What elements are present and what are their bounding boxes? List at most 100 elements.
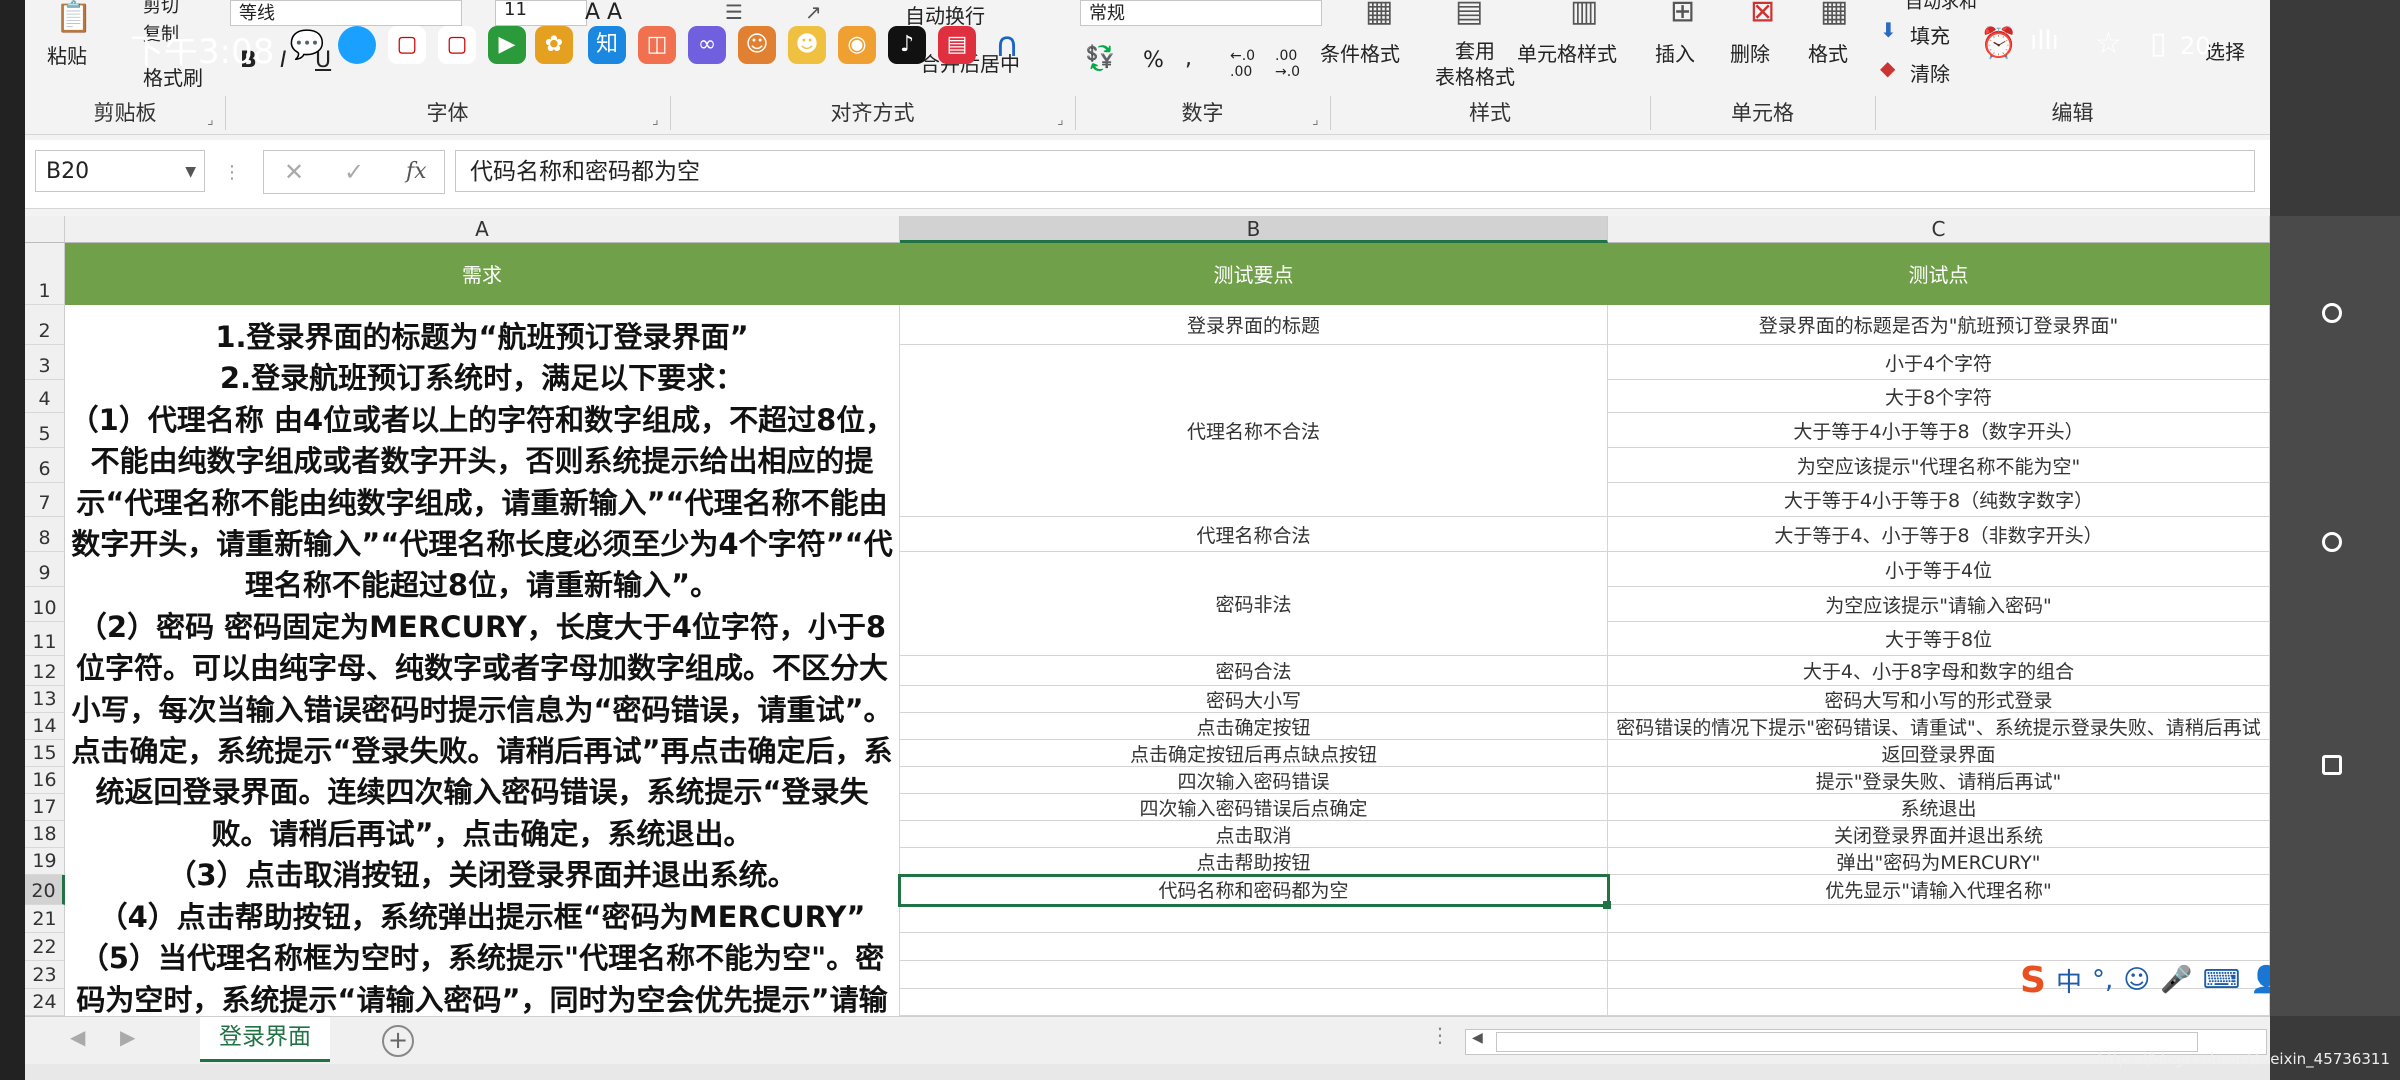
- dialog-launcher-icon[interactable]: ⌟: [207, 112, 214, 128]
- row-header[interactable]: 16: [25, 767, 65, 794]
- row-header[interactable]: 20: [25, 875, 65, 905]
- row-header[interactable]: 10: [25, 587, 65, 622]
- row-header[interactable]: 19: [25, 848, 65, 875]
- ime-mode-label[interactable]: 中: [2056, 962, 2082, 999]
- test-point-cell[interactable]: 大于8个字符: [1608, 380, 2270, 413]
- formula-input[interactable]: 代码名称和密码都为空: [455, 150, 2255, 192]
- test-focus-cell[interactable]: 密码合法: [900, 656, 1608, 686]
- test-focus-cell[interactable]: 代理名称合法: [900, 517, 1608, 552]
- next-sheet-icon[interactable]: ▶: [120, 1025, 135, 1049]
- requirement-cell[interactable]: 1.登录界面的标题为“航班预订登录界面” 2.登录航班预订系统时，满足以下要求：…: [65, 305, 900, 1016]
- test-point-cell[interactable]: 返回登录界面: [1608, 740, 2270, 767]
- test-focus-cell[interactable]: 点击确定按钮后再点缺点按钮: [900, 740, 1608, 767]
- row-header[interactable]: 8: [25, 517, 65, 552]
- test-point-cell[interactable]: 大于等于8位: [1608, 622, 2270, 656]
- test-focus-cell[interactable]: 密码大小写: [900, 686, 1608, 713]
- empty-cell[interactable]: [900, 961, 1608, 989]
- test-point-cell[interactable]: 为空应该提示"请输入密码": [1608, 587, 2270, 622]
- sheet-tab-login[interactable]: 登录界面: [200, 1017, 330, 1062]
- test-point-cell[interactable]: 提示"登录失败、请稍后再试": [1608, 767, 2270, 794]
- scrollbar-thumb[interactable]: [1496, 1032, 2198, 1052]
- more-icon[interactable]: ⋮: [223, 162, 241, 183]
- empty-cell[interactable]: [900, 989, 1608, 1016]
- test-point-cell[interactable]: 密码大写和小写的形式登录: [1608, 686, 2270, 713]
- punctuation-icon[interactable]: °,: [2092, 965, 2113, 995]
- test-point-cell[interactable]: 系统退出: [1608, 794, 2270, 821]
- test-point-cell[interactable]: 大于4、小于8字母和数字的组合: [1608, 656, 2270, 686]
- more-icon[interactable]: ⋮: [1430, 1023, 1450, 1047]
- column-header-a[interactable]: A: [65, 216, 900, 243]
- column-header-c[interactable]: C: [1608, 216, 2270, 243]
- row-header[interactable]: 15: [25, 740, 65, 767]
- row-header[interactable]: 18: [25, 821, 65, 848]
- insert-function-icon[interactable]: fx: [406, 151, 427, 193]
- row-header[interactable]: 1: [25, 243, 65, 305]
- test-point-cell[interactable]: 密码错误的情况下提示"密码错误、请重试"、系统提示登录失败、请稍后再试: [1608, 713, 2270, 740]
- test-point-cell[interactable]: 登录界面的标题是否为"航班预订登录界面": [1608, 305, 2270, 345]
- header-cell-c[interactable]: 测试点: [1608, 243, 2270, 305]
- test-focus-cell[interactable]: 点击确定按钮: [900, 713, 1608, 740]
- empty-cell[interactable]: [1608, 905, 2270, 933]
- add-sheet-icon[interactable]: +: [382, 1025, 414, 1057]
- row-header[interactable]: 21: [25, 905, 65, 933]
- header-cell-a[interactable]: 需求: [65, 243, 900, 305]
- row-header[interactable]: 22: [25, 933, 65, 961]
- empty-cell[interactable]: [900, 905, 1608, 933]
- test-point-cell[interactable]: 优先显示"请输入代理名称": [1608, 875, 2270, 905]
- select-all-corner[interactable]: [25, 216, 65, 243]
- test-point-cell[interactable]: 为空应该提示"代理名称不能为空": [1608, 448, 2270, 483]
- test-point-cell[interactable]: 大于等于4、小于等于8（非数字开头）: [1608, 517, 2270, 552]
- dialog-launcher-icon[interactable]: ⌟: [652, 112, 659, 128]
- test-point-cell[interactable]: 弹出"密码为MERCURY": [1608, 848, 2270, 875]
- sogou-logo-icon[interactable]: S: [2020, 960, 2046, 1001]
- dialog-launcher-icon[interactable]: ⌟: [1312, 112, 1319, 128]
- test-focus-cell[interactable]: 代码名称和密码都为空: [900, 875, 1608, 905]
- row-header[interactable]: 3: [25, 345, 65, 380]
- row-header[interactable]: 24: [25, 989, 65, 1016]
- resize-handle[interactable]: [2322, 303, 2342, 323]
- emoji-icon[interactable]: ☺: [2123, 965, 2150, 995]
- header-cell-b[interactable]: 测试要点: [900, 243, 1608, 305]
- user-icon[interactable]: 👤: [2250, 965, 2270, 995]
- row-header[interactable]: 7: [25, 483, 65, 517]
- enter-icon[interactable]: ✓: [344, 151, 364, 193]
- row-header[interactable]: 17: [25, 794, 65, 821]
- fill-handle[interactable]: [1603, 901, 1611, 909]
- test-point-cell[interactable]: 小于4个字符: [1608, 345, 2270, 380]
- test-focus-cell[interactable]: 点击取消: [900, 821, 1608, 848]
- vertical-scrollbar[interactable]: [2270, 216, 2400, 1016]
- test-focus-cell[interactable]: 代理名称不合法: [900, 345, 1608, 517]
- row-header[interactable]: 6: [25, 448, 65, 483]
- test-point-cell[interactable]: 关闭登录界面并退出系统: [1608, 821, 2270, 848]
- row-header[interactable]: 4: [25, 380, 65, 413]
- prev-sheet-icon[interactable]: ◀: [70, 1025, 85, 1049]
- resize-handle[interactable]: [2322, 755, 2342, 775]
- row-header[interactable]: 12: [25, 656, 65, 686]
- test-point-cell[interactable]: 小于等于4位: [1608, 552, 2270, 587]
- test-focus-cell[interactable]: 登录界面的标题: [900, 305, 1608, 345]
- dialog-launcher-icon[interactable]: ⌟: [1057, 112, 1064, 128]
- column-header-b[interactable]: B: [900, 216, 1608, 243]
- row-header[interactable]: 11: [25, 622, 65, 656]
- chevron-down-icon[interactable]: ▼: [185, 151, 196, 193]
- test-point-cell[interactable]: 大于等于4小于等于8（数字开头）: [1608, 413, 2270, 448]
- resize-handle[interactable]: [2322, 532, 2342, 552]
- row-header[interactable]: 9: [25, 552, 65, 587]
- scroll-left-icon[interactable]: ◀: [1472, 1030, 1483, 1046]
- microphone-icon[interactable]: 🎤: [2160, 965, 2192, 995]
- message-icon: 💬: [289, 28, 325, 61]
- test-focus-cell[interactable]: 四次输入密码错误: [900, 767, 1608, 794]
- row-header[interactable]: 5: [25, 413, 65, 448]
- row-header[interactable]: 23: [25, 961, 65, 989]
- empty-cell[interactable]: [900, 933, 1608, 961]
- row-header[interactable]: 13: [25, 686, 65, 713]
- test-point-cell[interactable]: 大于等于4小于等于8（纯数字数字）: [1608, 483, 2270, 517]
- name-box[interactable]: B20 ▼: [35, 150, 205, 192]
- cancel-icon[interactable]: ✕: [284, 151, 304, 193]
- test-focus-cell[interactable]: 四次输入密码错误后点确定: [900, 794, 1608, 821]
- test-focus-cell[interactable]: 点击帮助按钮: [900, 848, 1608, 875]
- test-focus-cell[interactable]: 密码非法: [900, 552, 1608, 656]
- row-header[interactable]: 2: [25, 305, 65, 345]
- row-header[interactable]: 14: [25, 713, 65, 740]
- keyboard-icon[interactable]: ⌨: [2203, 965, 2241, 995]
